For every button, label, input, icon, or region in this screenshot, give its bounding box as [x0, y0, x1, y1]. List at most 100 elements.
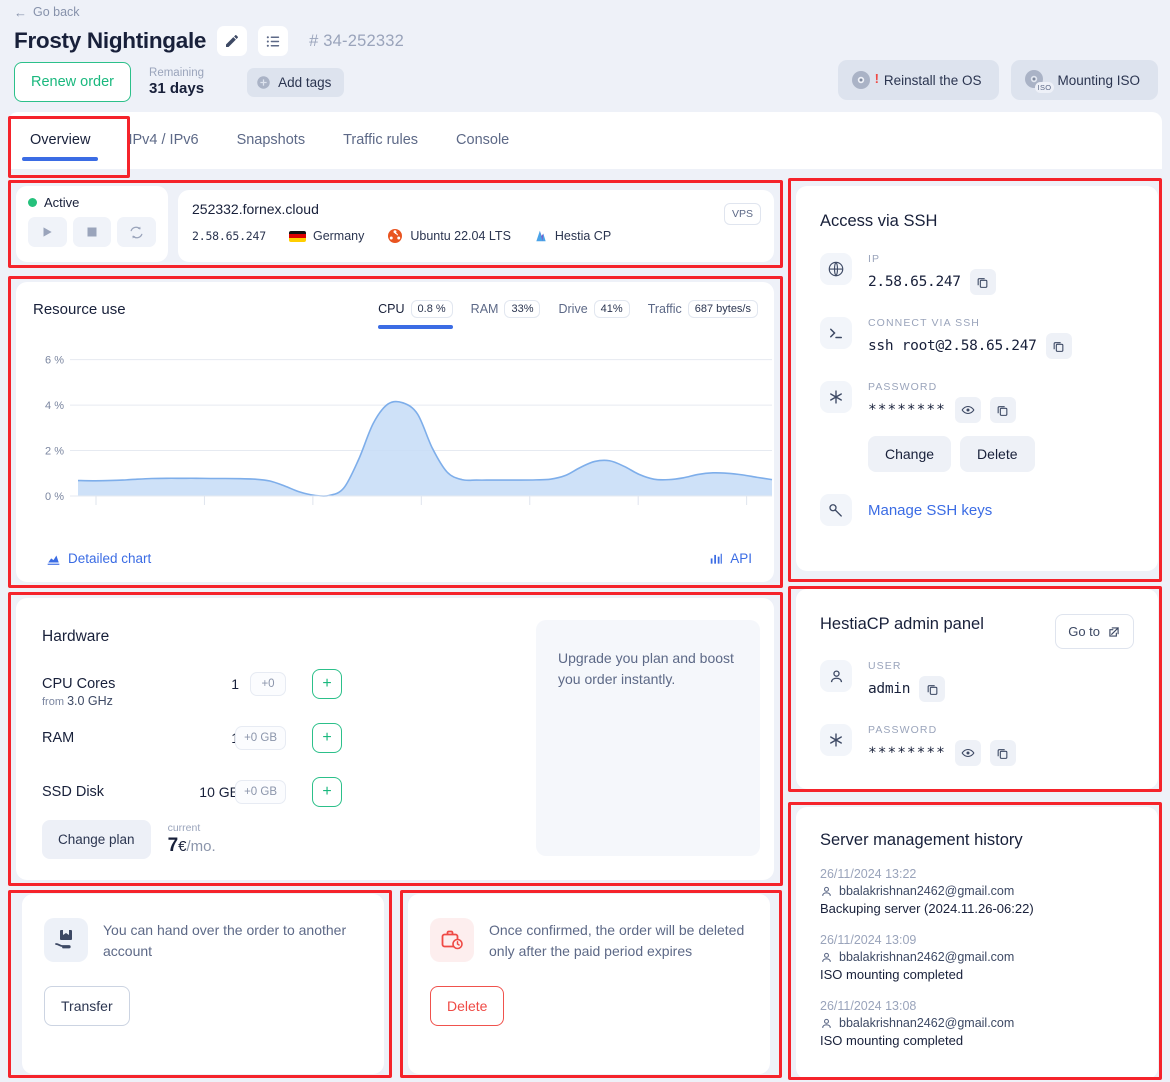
- hestia-password-value: ********: [868, 745, 946, 761]
- manage-ssh-keys-link[interactable]: Manage SSH keys: [868, 502, 992, 519]
- copy-icon: [997, 748, 1008, 759]
- copy-ip-button[interactable]: [969, 269, 996, 295]
- hardware-row-cpu: CPU Cores from 3.0 GHz 1 +0 +: [42, 664, 342, 708]
- hardware-cpu-name: CPU Cores: [42, 676, 116, 692]
- hardware-ssd-name: SSD Disk: [42, 784, 105, 800]
- copy-ssh-command-button[interactable]: [1045, 333, 1072, 359]
- mounting-iso-label: Mounting ISO: [1057, 72, 1140, 88]
- history-item: 26/11/2024 13:22 bbalakrishnan2462@gmail…: [820, 867, 1134, 916]
- hardware-ssd-add-button[interactable]: +: [312, 777, 342, 807]
- ssh-ip-label: IP: [868, 253, 881, 265]
- ssh-connect-label: CONNECT VIA SSH: [868, 317, 980, 329]
- ssh-password-value: ********: [868, 402, 946, 418]
- order-list-button[interactable]: [258, 26, 289, 56]
- tab-snapshots[interactable]: Snapshots: [233, 114, 310, 167]
- resource-use-card: Resource use CPU 0.8 % RAM 33% Drive 41%…: [16, 282, 774, 582]
- svg-text:4 %: 4 %: [45, 400, 64, 412]
- copy-hestia-user-button[interactable]: [919, 676, 946, 702]
- change-ssh-password-button[interactable]: Change: [868, 436, 952, 472]
- delete-ssh-password-button[interactable]: Delete: [960, 436, 1035, 472]
- hestia-goto-label: Go to: [1068, 624, 1100, 639]
- history-item: 26/11/2024 13:09 bbalakrishnan2462@gmail…: [820, 933, 1134, 982]
- remaining-block: Remaining 31 days: [149, 67, 204, 97]
- metric-ram-name: RAM: [470, 302, 499, 316]
- key-icon: [820, 494, 852, 526]
- reinstall-os-button[interactable]: ! Reinstall the OS: [837, 60, 1000, 100]
- history-user: bbalakrishnan2462@gmail.com: [839, 1016, 1015, 1030]
- metric-tab-ram[interactable]: RAM 33%: [471, 300, 541, 329]
- api-label: API: [730, 551, 752, 566]
- metric-drive-value: 41%: [593, 300, 630, 318]
- terminal-icon: [820, 317, 852, 349]
- hardware-rows: CPU Cores from 3.0 GHz 1 +0 + RAM 1 +0 G…: [42, 664, 342, 826]
- server-panel: Hestia CP: [554, 229, 612, 243]
- delete-order-card: Once confirmed, the order will be delete…: [408, 894, 770, 1074]
- plus-circle-icon: [257, 75, 270, 89]
- hestia-goto-button[interactable]: Go to: [1055, 614, 1134, 649]
- tab-ipv4-ipv6[interactable]: IPv4 / IPv6: [124, 114, 202, 167]
- history-message: ISO mounting completed: [820, 1033, 964, 1048]
- tab-console[interactable]: Console: [452, 114, 513, 167]
- renew-order-button[interactable]: Renew order: [14, 62, 132, 102]
- pencil-icon: [226, 35, 239, 47]
- price-amount: 7: [167, 835, 179, 856]
- history-time: 26/11/2024 13:09: [820, 933, 917, 947]
- hardware-cpu-sub-prefix: from: [42, 696, 64, 708]
- edit-name-button[interactable]: [217, 26, 248, 56]
- delete-button[interactable]: Delete: [430, 986, 505, 1026]
- transfer-button[interactable]: Transfer: [44, 986, 130, 1026]
- asterisk-icon: [820, 724, 852, 756]
- hestia-user-row: USER admin: [820, 660, 1134, 702]
- eye-icon: [961, 405, 975, 415]
- arrow-left-icon: ←: [14, 4, 27, 20]
- go-back-link[interactable]: ← Go back: [14, 5, 80, 19]
- svg-text:2 %: 2 %: [45, 446, 64, 458]
- history-user-row: bbalakrishnan2462@gmail.com: [820, 1016, 1134, 1030]
- copy-icon: [1053, 341, 1064, 352]
- tab-overview[interactable]: Overview: [22, 114, 99, 167]
- history-user: bbalakrishnan2462@gmail.com: [839, 884, 1015, 898]
- reveal-ssh-password-button[interactable]: [954, 397, 981, 423]
- detailed-chart-link[interactable]: Detailed chart: [46, 551, 151, 566]
- subheader-row: Renew order Remaining 31 days Add tags: [14, 62, 345, 102]
- add-tags-button[interactable]: Add tags: [247, 67, 345, 97]
- hestia-icon: [536, 230, 546, 242]
- external-link-icon: [1109, 626, 1119, 637]
- restart-button[interactable]: [117, 217, 157, 247]
- hardware-title: Hardware: [42, 628, 110, 645]
- copy-icon: [927, 684, 938, 695]
- remaining-label: Remaining: [149, 67, 204, 79]
- transfer-text: You can hand over the order to another a…: [103, 922, 347, 959]
- start-button[interactable]: [28, 217, 67, 247]
- api-link[interactable]: API: [709, 551, 752, 566]
- metric-traffic-name: Traffic: [647, 302, 682, 316]
- mounting-iso-button[interactable]: ISO Mounting ISO: [1011, 60, 1158, 100]
- server-country: Germany: [312, 229, 365, 243]
- title-row: Frosty Nightingale # 34-252332: [14, 26, 404, 56]
- hardware-ram-add-button[interactable]: +: [312, 723, 342, 753]
- metric-ram-value: 33%: [504, 300, 541, 318]
- copy-hestia-password-button[interactable]: [989, 740, 1016, 766]
- history-time: 26/11/2024 13:08: [820, 999, 917, 1013]
- cpu-area-chart: 0 % 2 % 4 % 6 %: [45, 355, 773, 505]
- reveal-hestia-password-button[interactable]: [954, 740, 981, 766]
- manage-ssh-keys-row[interactable]: Manage SSH keys: [820, 494, 1134, 526]
- metric-cpu-name: CPU: [378, 302, 405, 316]
- handover-icon: [44, 918, 88, 962]
- status-dot-icon: [28, 198, 37, 207]
- tab-traffic-rules[interactable]: Traffic rules: [339, 114, 422, 167]
- price-label: current: [167, 822, 201, 834]
- tab-overview-label: Overview: [30, 132, 91, 148]
- server-info-card: 252332.fornex.cloud 2.58.65.247 Germany …: [178, 190, 774, 262]
- metric-tab-cpu[interactable]: CPU 0.8 %: [378, 300, 453, 329]
- germany-flag-icon: [288, 230, 306, 242]
- metric-tab-traffic[interactable]: Traffic 687 bytes/s: [648, 300, 758, 329]
- hardware-cpu-add-button[interactable]: +: [312, 669, 342, 699]
- change-plan-button[interactable]: Change plan: [42, 820, 151, 859]
- copy-ssh-password-button[interactable]: [989, 397, 1016, 423]
- metric-tab-drive[interactable]: Drive 41%: [558, 300, 630, 329]
- stop-button[interactable]: [72, 217, 112, 247]
- price-period: /mo.: [186, 838, 216, 855]
- delete-head: Once confirmed, the order will be delete…: [430, 918, 748, 962]
- history-user: bbalakrishnan2462@gmail.com: [839, 950, 1015, 964]
